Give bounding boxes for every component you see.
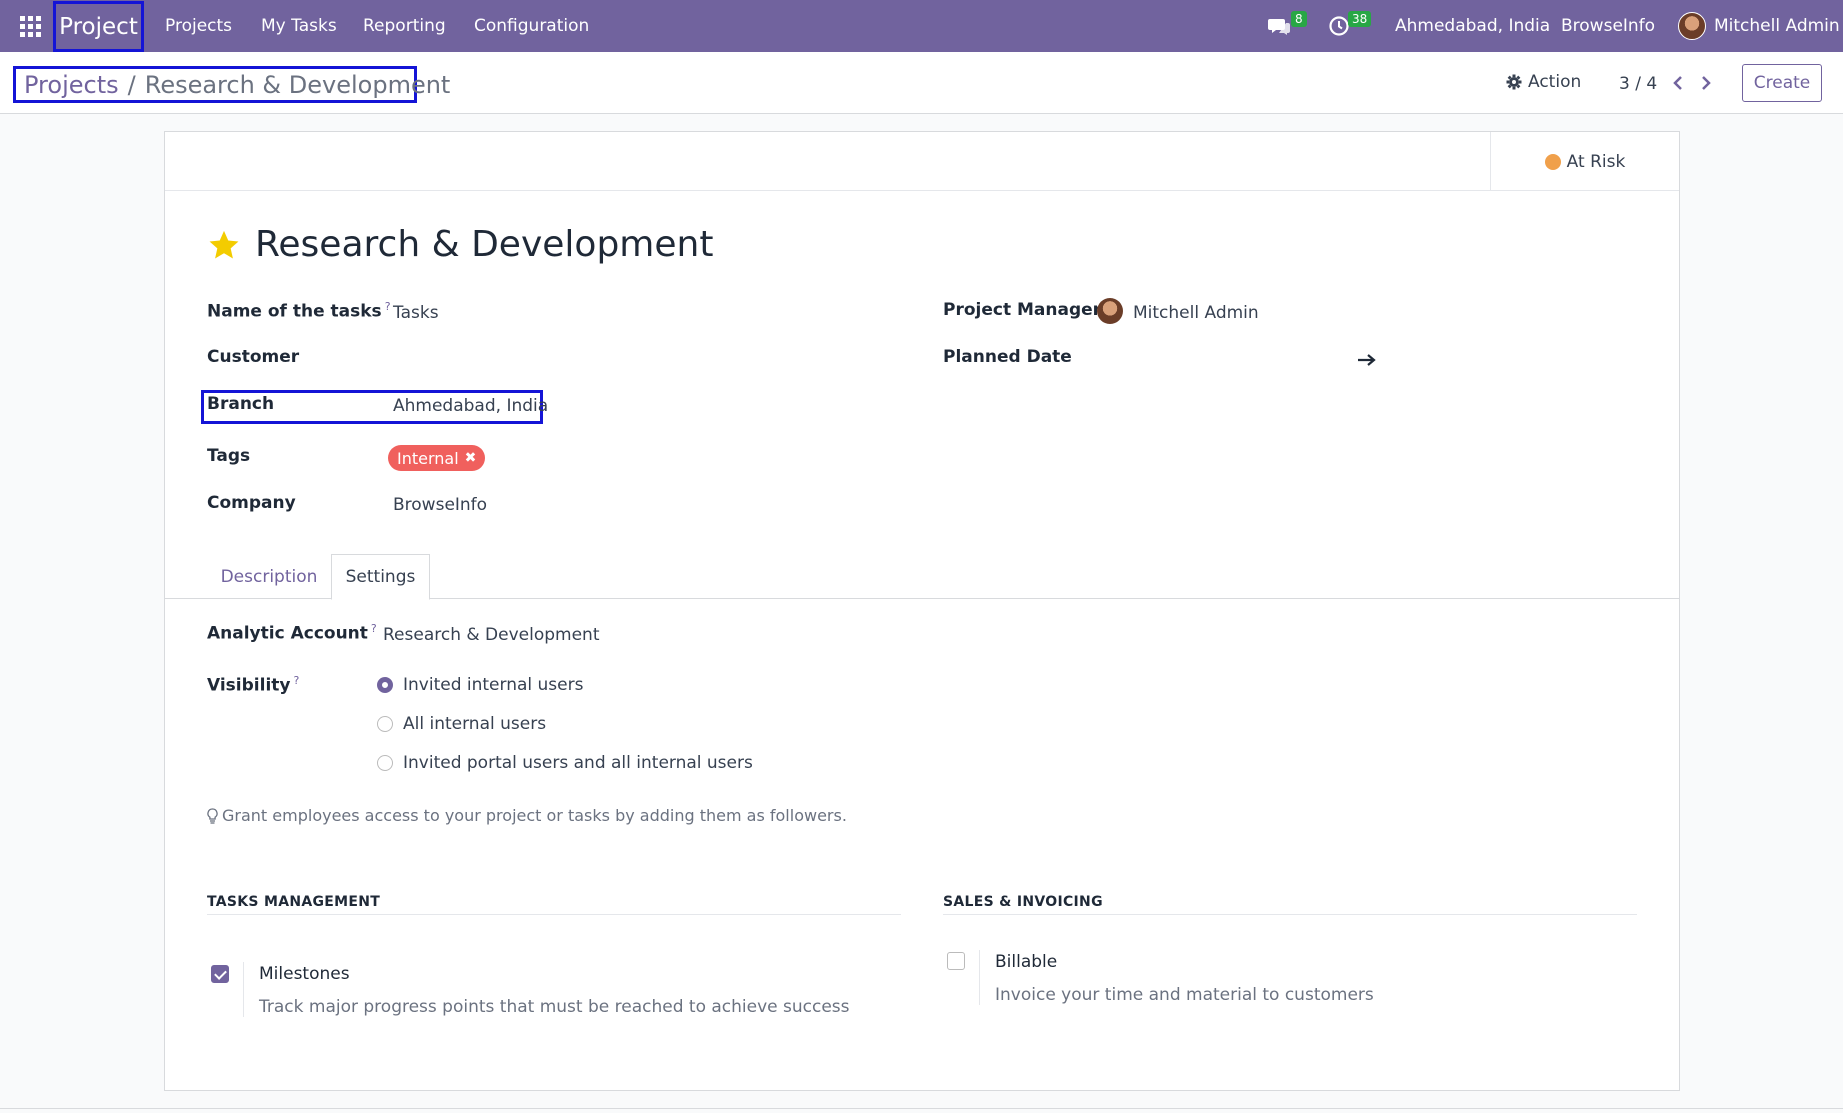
- status-bar: At Risk: [165, 132, 1679, 191]
- name-of-tasks-label: Name of the tasks?: [207, 300, 391, 322]
- project-title[interactable]: Research & Development: [255, 224, 713, 265]
- company-field[interactable]: BrowseInfo: [393, 495, 487, 515]
- milestones-title: Milestones: [259, 964, 350, 984]
- breadcrumb-separator: /: [127, 70, 136, 99]
- project-manager-avatar: [1097, 298, 1123, 324]
- customer-field[interactable]: [393, 347, 693, 369]
- milestones-checkbox[interactable]: [211, 965, 229, 983]
- branch-label: Branch: [207, 394, 275, 414]
- company-switcher[interactable]: BrowseInfo: [1561, 0, 1655, 52]
- tag-label: Internal: [397, 448, 459, 468]
- visibility-option-invited-internal[interactable]: Invited internal users: [377, 675, 583, 695]
- menu-projects[interactable]: Projects: [165, 0, 232, 52]
- visibility-option-label: Invited portal users and all internal us…: [403, 753, 753, 773]
- milestones-description: Track major progress points that must be…: [259, 997, 850, 1017]
- remove-tag-icon[interactable]: ✖: [465, 450, 477, 466]
- radio-selected[interactable]: [377, 677, 393, 693]
- billable-checkbox[interactable]: [947, 952, 965, 970]
- form-sheet: At Risk Research & Development Name of t…: [164, 131, 1680, 1091]
- tab-settings[interactable]: Settings: [331, 554, 430, 600]
- analytic-account-field[interactable]: Research & Development: [383, 625, 599, 645]
- breadcrumb-current: Research & Development: [144, 70, 451, 99]
- tag-internal[interactable]: Internal ✖: [388, 445, 486, 471]
- planned-date-start-field[interactable]: [1133, 347, 1333, 369]
- radio-unselected[interactable]: [377, 716, 393, 732]
- customer-label: Customer: [207, 347, 300, 367]
- help-tooltip-icon[interactable]: ?: [371, 622, 377, 635]
- title-row: Research & Development: [207, 224, 713, 265]
- branch-switcher[interactable]: Ahmedabad, India: [1395, 0, 1550, 52]
- gear-icon: [1506, 74, 1522, 90]
- user-name: Mitchell Admin: [1714, 16, 1840, 36]
- action-menu-button[interactable]: Action: [1506, 72, 1581, 92]
- activities-count-badge: 38: [1348, 11, 1372, 27]
- activities-button[interactable]: 38: [1328, 0, 1372, 52]
- chevron-right-icon: [1702, 76, 1711, 90]
- sales-invoicing-title: SALES & INVOICING: [943, 894, 1637, 915]
- apps-menu-icon[interactable]: [20, 16, 41, 37]
- bottom-divider: [0, 1108, 1843, 1109]
- pager-previous-button[interactable]: [1668, 70, 1688, 96]
- action-label: Action: [1528, 72, 1582, 92]
- planned-date-label: Planned Date: [943, 347, 1072, 367]
- help-tooltip-icon[interactable]: ?: [385, 300, 391, 313]
- visibility-option-all-internal[interactable]: All internal users: [377, 714, 546, 734]
- tags-label: Tags: [207, 446, 251, 466]
- chat-icon: [1268, 19, 1290, 35]
- setting-divider: [979, 950, 980, 1005]
- project-manager-field[interactable]: Mitchell Admin: [1133, 303, 1259, 323]
- menu-reporting[interactable]: Reporting: [363, 0, 446, 52]
- billable-title: Billable: [995, 952, 1058, 972]
- breadcrumb: Projects / Research & Development: [13, 66, 450, 103]
- name-of-tasks-field[interactable]: Tasks: [393, 303, 439, 323]
- messages-count-badge: 8: [1291, 11, 1307, 27]
- form-tabs: Description Settings: [165, 554, 1679, 600]
- branch-field[interactable]: Ahmedabad, India: [393, 396, 548, 416]
- user-avatar: [1678, 12, 1706, 40]
- help-tooltip-icon[interactable]: ?: [294, 674, 300, 687]
- visibility-option-portal[interactable]: Invited portal users and all internal us…: [377, 753, 753, 773]
- tasks-management-title: TASKS MANAGEMENT: [207, 894, 901, 915]
- hint-text: Grant employees access to your project o…: [222, 806, 847, 825]
- menu-configuration[interactable]: Configuration: [474, 0, 589, 52]
- menu-my-tasks[interactable]: My Tasks: [261, 0, 337, 52]
- top-navbar: Project Projects My Tasks Reporting Conf…: [0, 0, 1843, 52]
- visibility-option-label: All internal users: [403, 714, 547, 734]
- favorite-star-icon[interactable]: [207, 228, 241, 262]
- visibility-hint: Grant employees access to your project o…: [207, 806, 847, 825]
- messages-button[interactable]: 8: [1267, 0, 1307, 52]
- billable-description: Invoice your time and material to custom…: [995, 985, 1374, 1005]
- company-label: Company: [207, 493, 296, 513]
- create-button[interactable]: Create: [1742, 64, 1822, 102]
- status-label: At Risk: [1566, 151, 1626, 172]
- visibility-option-label: Invited internal users: [403, 675, 584, 695]
- pager-value[interactable]: 3 / 4: [1619, 74, 1657, 94]
- arrow-right-icon: [1357, 348, 1377, 373]
- project-status-button[interactable]: At Risk: [1490, 132, 1679, 191]
- planned-date-end-field[interactable]: [1387, 347, 1587, 369]
- project-manager-label: Project Manager: [943, 300, 1102, 320]
- control-panel: Projects / Research & Development Action…: [0, 52, 1843, 114]
- clock-icon: [1329, 16, 1349, 36]
- tab-description[interactable]: Description: [209, 554, 329, 599]
- radio-unselected[interactable]: [377, 755, 393, 771]
- analytic-account-label: Analytic Account?: [207, 622, 377, 644]
- chevron-left-icon: [1673, 76, 1682, 90]
- status-dot-icon: [1544, 153, 1561, 170]
- visibility-label: Visibility?: [207, 674, 300, 696]
- breadcrumb-projects-link[interactable]: Projects: [24, 71, 119, 99]
- pager-next-button[interactable]: [1696, 70, 1716, 96]
- lightbulb-icon: [207, 807, 218, 824]
- app-brand[interactable]: Project: [53, 1, 144, 52]
- user-menu[interactable]: Mitchell Admin: [1678, 0, 1840, 52]
- setting-divider: [243, 962, 244, 1017]
